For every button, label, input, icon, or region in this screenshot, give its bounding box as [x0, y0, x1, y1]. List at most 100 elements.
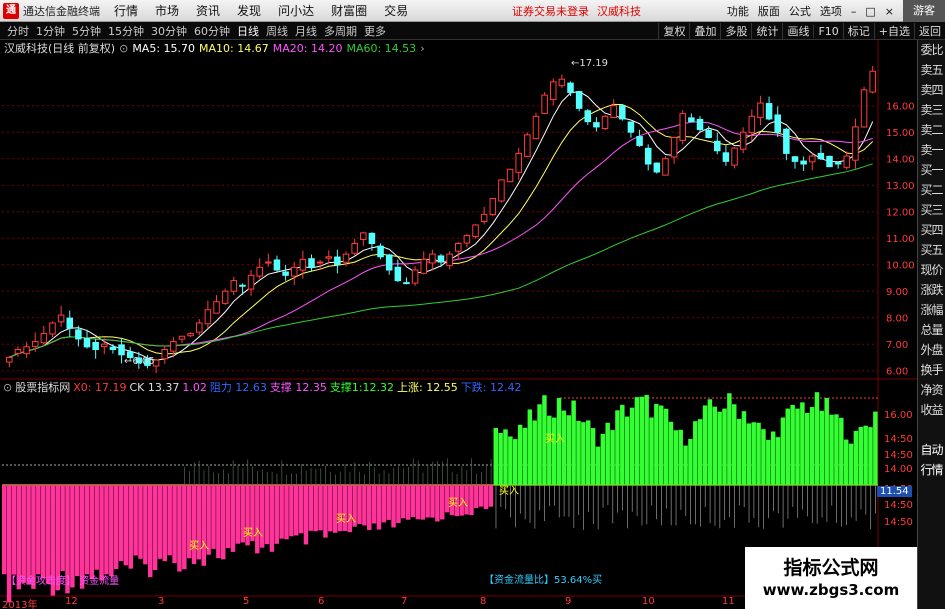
- menu-trade[interactable]: 交易: [384, 2, 408, 19]
- indicator-bar-down: [152, 485, 158, 571]
- buy-signal: 买入: [448, 498, 468, 509]
- period-tab[interactable]: 15分钟: [108, 23, 144, 39]
- indicator-bar-down: [21, 485, 26, 583]
- tool-adjust[interactable]: 复权: [658, 23, 689, 39]
- menu-market[interactable]: 市场: [155, 2, 179, 19]
- candle-body: [170, 341, 177, 352]
- chevron-right-icon[interactable]: ›: [420, 42, 424, 55]
- indicator-bar-up: [800, 402, 805, 485]
- indicator-bar-up: [654, 403, 659, 485]
- indicator-bar-down: [162, 485, 168, 562]
- menu-layout[interactable]: 版面: [758, 3, 780, 19]
- sidebar-item[interactable]: 换手: [918, 360, 945, 380]
- period-tab[interactable]: 60分钟: [194, 23, 230, 39]
- period-more[interactable]: 更多: [364, 23, 386, 39]
- menu-formula[interactable]: 公式: [789, 3, 811, 19]
- sidebar-item[interactable]: 买一: [918, 160, 945, 180]
- tool-f10[interactable]: F10: [813, 24, 842, 38]
- candle-body: [869, 70, 876, 93]
- candle-body: [679, 113, 687, 141]
- indicator-bar-up: [566, 415, 571, 485]
- tool-stats[interactable]: 统计: [751, 23, 782, 39]
- main-chart-header: 汉威科技(日线 前复权) ⊙ MA5: 15.70 MA10: 14.67 MA…: [0, 41, 425, 56]
- sidebar-item[interactable]: 买二: [918, 180, 945, 200]
- sidebar-item[interactable]: 买五: [918, 240, 945, 260]
- sidebar-item[interactable]: 卖五: [918, 60, 945, 80]
- menu-wealth[interactable]: 财富圈: [331, 2, 367, 19]
- tool-back[interactable]: 返回: [914, 23, 945, 39]
- tool-multi[interactable]: 多股: [720, 23, 751, 39]
- candle-body: [705, 129, 712, 138]
- x-tick: 5: [243, 596, 250, 607]
- sidebar-item[interactable]: 卖二: [918, 120, 945, 140]
- indicator-bar-down: [415, 485, 421, 520]
- menu-news[interactable]: 资讯: [196, 2, 220, 19]
- indicator-bar-up: [766, 439, 771, 485]
- period-tab[interactable]: 周线: [266, 23, 288, 39]
- indicator-bar-up: [805, 412, 810, 485]
- period-tab[interactable]: 1分钟: [36, 23, 65, 39]
- indicator-bar-down: [328, 485, 333, 532]
- tool-overlay[interactable]: 叠加: [689, 23, 720, 39]
- period-tab-daily[interactable]: 日线: [237, 23, 259, 39]
- indicator-bar-down: [2, 485, 7, 575]
- menu-discover[interactable]: 发现: [237, 2, 261, 19]
- indicator-bar-up: [644, 394, 649, 485]
- tool-draw[interactable]: 画线: [782, 23, 813, 39]
- stock-chart[interactable]: 16.00 15.00 14.00 13.00 12.00 11.00 10.00 9.00 8…: [0, 40, 917, 609]
- period-toolbar: 分时 1分钟 5分钟 15分钟 30分钟 60分钟 日线 周线 月线 多周期 更…: [0, 22, 945, 40]
- indicator-bar-up: [868, 427, 873, 485]
- tool-mark[interactable]: 标记: [842, 23, 874, 39]
- curve-label: 【资金攻击度】 资金流量: [6, 576, 120, 587]
- sidebar-item[interactable]: 现价: [918, 260, 945, 280]
- sidebar-item[interactable]: 委比: [918, 40, 945, 60]
- period-tab[interactable]: 多周期: [324, 23, 357, 39]
- period-tab[interactable]: 30分钟: [151, 23, 187, 39]
- indicator-bar-down: [99, 485, 104, 581]
- menu-options[interactable]: 选项: [820, 3, 842, 19]
- sidebar-item[interactable]: 买三: [918, 200, 945, 220]
- sidebar-item[interactable]: 涨幅: [918, 300, 945, 320]
- sidebar-item-quotes[interactable]: 行情: [918, 460, 945, 480]
- candle-body: [368, 232, 376, 244]
- candle-body: [351, 243, 358, 254]
- sidebar-item[interactable]: 总量: [918, 320, 945, 340]
- maximize-icon[interactable]: □: [865, 5, 875, 18]
- sidebar-item-auto[interactable]: 自动: [918, 440, 945, 460]
- menu-ask[interactable]: 问小达: [278, 2, 314, 19]
- tool-add-watchlist[interactable]: +自选: [873, 23, 914, 39]
- price-tick: 14.00: [886, 155, 915, 166]
- sidebar-item[interactable]: 外盘: [918, 340, 945, 360]
- sidebar-item[interactable]: 买四: [918, 220, 945, 240]
- guest-button[interactable]: 游客: [903, 0, 945, 22]
- indicator-bar-down: [216, 485, 221, 559]
- close-icon[interactable]: ×: [885, 5, 894, 18]
- settings-icon[interactable]: ⊙: [119, 42, 128, 55]
- minimize-icon[interactable]: –: [851, 5, 857, 18]
- menu-quotes[interactable]: 行情: [114, 2, 138, 19]
- candle-body: [230, 280, 238, 292]
- sidebar-item[interactable]: 收益: [918, 400, 945, 420]
- candle-body: [584, 110, 592, 123]
- sidebar-item[interactable]: 卖三: [918, 100, 945, 120]
- candle-body: [670, 137, 678, 158]
- buy-signal: 买入: [243, 528, 263, 539]
- sidebar-item[interactable]: 净资: [918, 380, 945, 400]
- top-menubar: 通 通达信金融终端 行情 市场 资讯 发现 问小达 财富圈 交易 证券交易未登录…: [0, 0, 945, 22]
- candle-body: [619, 105, 626, 120]
- menu-function[interactable]: 功能: [727, 3, 749, 19]
- period-tab[interactable]: 分时: [7, 23, 29, 39]
- candle-body: [627, 121, 635, 133]
- period-tab[interactable]: 月线: [295, 23, 317, 39]
- sidebar-item[interactable]: 卖一: [918, 140, 945, 160]
- sidebar-item[interactable]: 涨跌: [918, 280, 945, 300]
- candle-body: [411, 269, 419, 284]
- period-tab[interactable]: 5分钟: [72, 23, 101, 39]
- ma10-value: MA10: 14.67: [199, 41, 269, 55]
- sidebar-item[interactable]: 卖四: [918, 80, 945, 100]
- login-notice[interactable]: 证券交易未登录: [512, 3, 589, 19]
- candle-body: [860, 89, 868, 128]
- settings-icon[interactable]: ⊙: [3, 381, 12, 394]
- indicator-bar-down: [347, 485, 352, 533]
- candle-body: [558, 78, 566, 87]
